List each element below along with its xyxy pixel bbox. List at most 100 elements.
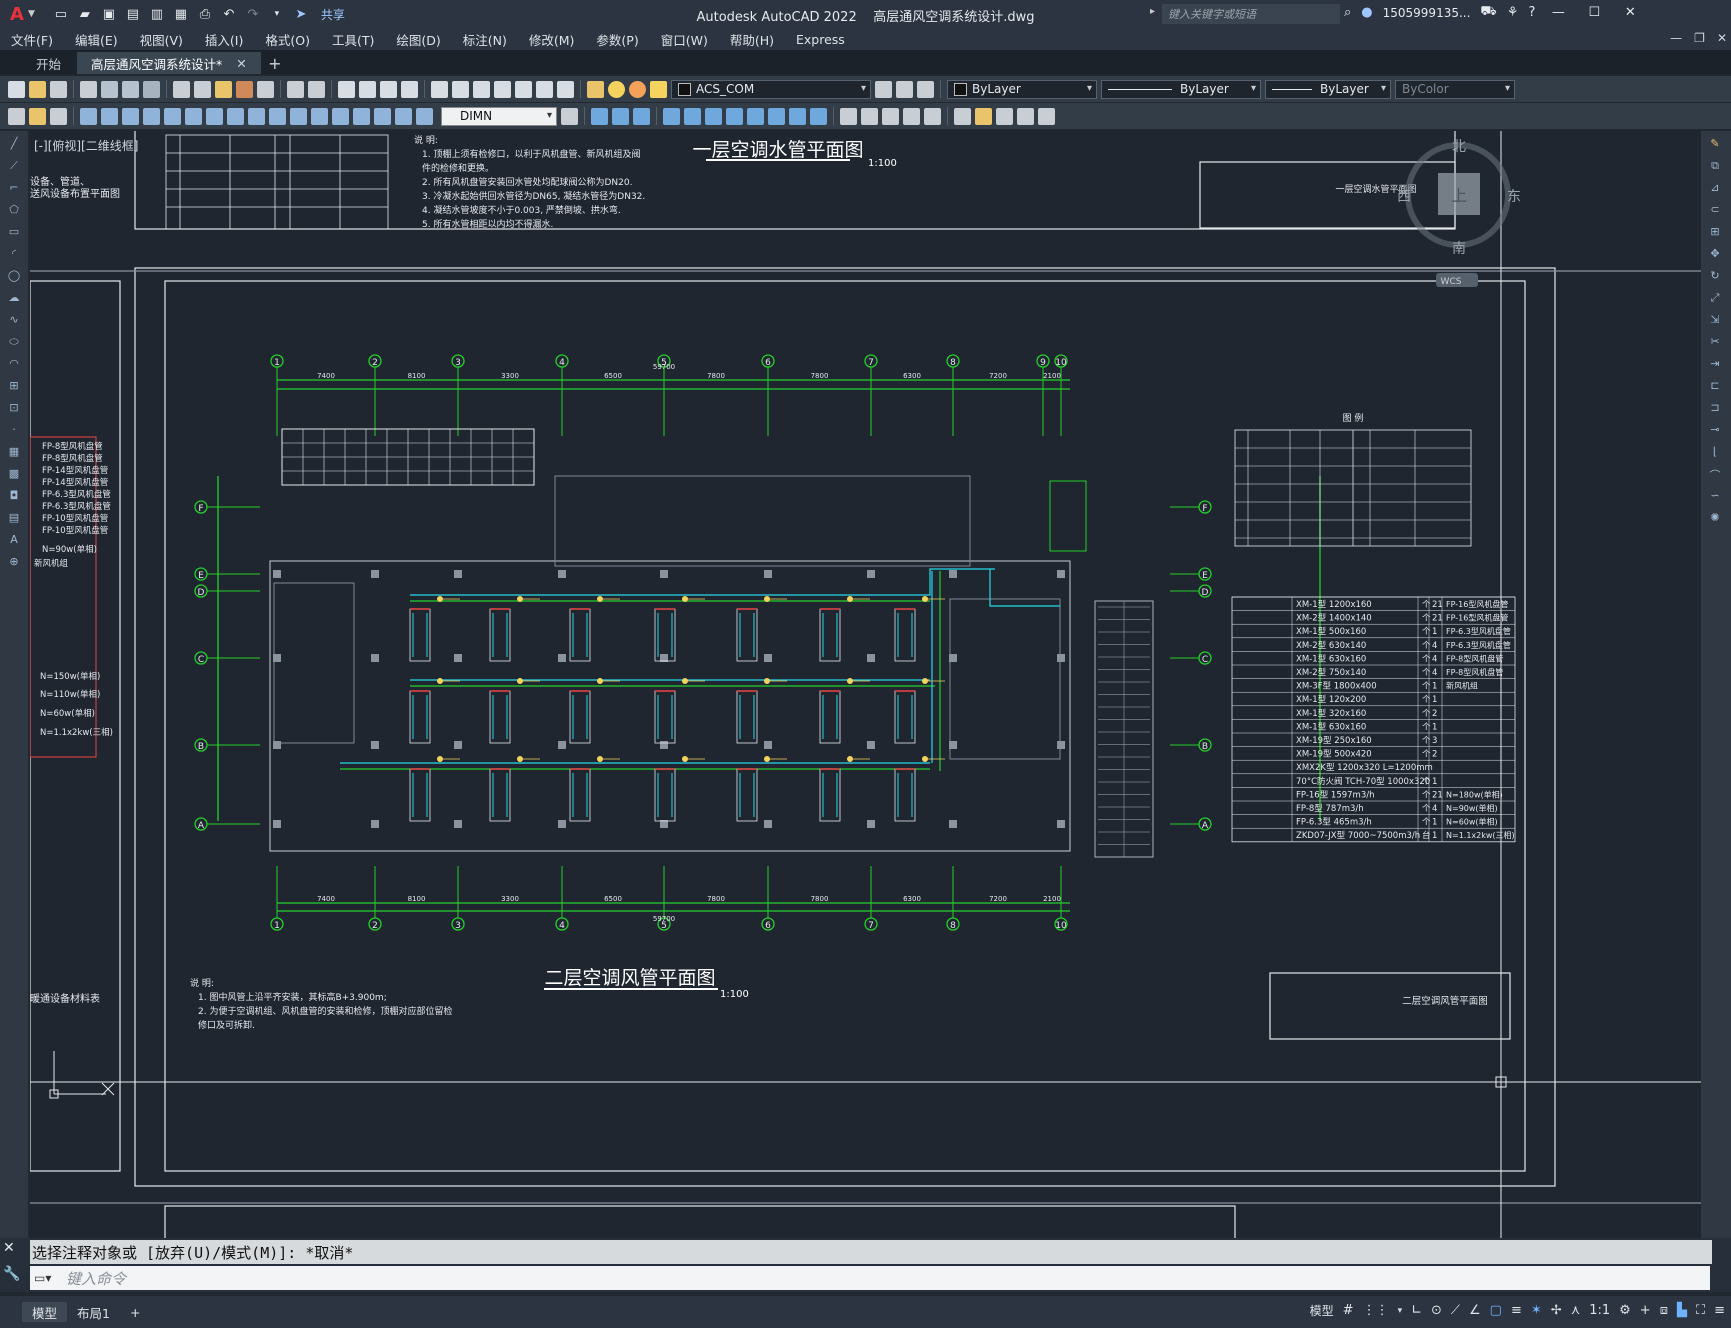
- search-input[interactable]: 键入关键字或短语: [1162, 4, 1340, 24]
- fillet-icon[interactable]: [903, 107, 920, 125]
- construction-line-icon[interactable]: ⟋: [6, 159, 22, 173]
- help-icon[interactable]: ?: [1528, 5, 1535, 20]
- dim-radius-icon[interactable]: [101, 107, 118, 125]
- pan-icon[interactable]: [338, 80, 355, 98]
- maximize-button[interactable]: ☐: [1581, 5, 1607, 20]
- viewcube[interactable]: 上 北 南 东 西 WCS: [1397, 139, 1521, 287]
- drawing-svg[interactable]: 说 明: 1. 顶棚上须有检修口，以利于风机盘管、新风机组及阀 件的检修和更换。…: [30, 131, 1701, 1248]
- viewcube-south[interactable]: 南: [1452, 241, 1466, 257]
- zoom-window-icon[interactable]: [380, 80, 397, 98]
- tab-layout1[interactable]: 布局1: [67, 1302, 120, 1322]
- share-icon[interactable]: ➤: [291, 5, 311, 23]
- explode-right-icon[interactable]: ✺: [1707, 511, 1723, 525]
- tab-start[interactable]: 开始: [22, 52, 75, 74]
- hatch-icon[interactable]: ▦: [6, 445, 22, 459]
- layer-previous-icon[interactable]: [896, 80, 913, 98]
- spline-icon[interactable]: ∿: [6, 313, 22, 327]
- viewcube-east[interactable]: 东: [1507, 189, 1521, 205]
- dim-baseline-icon[interactable]: [206, 107, 223, 125]
- close-command-icon[interactable]: ✕: [3, 1240, 15, 1256]
- offset-right-icon[interactable]: ⊂: [1707, 203, 1723, 217]
- clean-screen-icon[interactable]: ⛶: [1696, 1303, 1705, 1318]
- undo-icon[interactable]: ↶: [219, 5, 239, 23]
- preview-icon[interactable]: [101, 80, 118, 98]
- customize-command-icon[interactable]: 🔧: [3, 1266, 20, 1282]
- move-icon[interactable]: [705, 107, 722, 125]
- tolerance-icon[interactable]: [290, 107, 307, 125]
- properties-icon[interactable]: [431, 80, 448, 98]
- menu-modify[interactable]: 修改(M): [518, 30, 586, 49]
- rectangle-icon[interactable]: ▭: [6, 225, 22, 239]
- array-right-icon[interactable]: ⊞: [1707, 225, 1723, 239]
- menu-dimension[interactable]: 标注(N): [452, 30, 518, 49]
- copy-right-icon[interactable]: ⧉: [1707, 159, 1723, 173]
- rotate-icon[interactable]: [726, 107, 743, 125]
- arc-icon[interactable]: ◜: [6, 247, 22, 261]
- tab-drawing[interactable]: 高层通风空调系统设计* ✕: [77, 52, 261, 74]
- layer-unlock-icon[interactable]: [650, 80, 667, 98]
- center-mark-icon[interactable]: [311, 107, 328, 125]
- dim-diameter-icon[interactable]: [143, 107, 160, 125]
- polygon-icon[interactable]: ⬠: [6, 203, 22, 217]
- print-icon[interactable]: [80, 80, 97, 98]
- move-right-icon[interactable]: ✥: [1707, 247, 1723, 261]
- dim-update-icon[interactable]: [416, 107, 433, 125]
- add-layout-button[interactable]: +: [120, 1302, 150, 1322]
- table-icon[interactable]: ▤: [6, 511, 22, 525]
- customize-qat-chevron-icon[interactable]: ▾: [267, 5, 287, 23]
- transparency-icon[interactable]: ✶: [1531, 1303, 1542, 1318]
- insert-icon[interactable]: ⊞: [6, 379, 22, 393]
- cart-icon[interactable]: ⛟: [1480, 4, 1496, 21]
- user-account[interactable]: 1505999135...: [1383, 6, 1471, 20]
- zoom-previous-icon[interactable]: [401, 80, 418, 98]
- menu-parametric[interactable]: 参数(P): [585, 30, 649, 49]
- open-icon[interactable]: [29, 80, 46, 98]
- calculator-icon[interactable]: [536, 80, 553, 98]
- markup-icon[interactable]: [515, 80, 532, 98]
- annotation-visibility-icon[interactable]: ⋏: [1571, 1303, 1581, 1318]
- viewport-controls-label[interactable]: [-][俯视][二维线框]: [34, 137, 138, 154]
- annotation-scale[interactable]: 1:1: [1589, 1303, 1610, 1318]
- mirror-right-icon[interactable]: ⊿: [1707, 181, 1723, 195]
- fillet-right-icon[interactable]: ⌒: [1707, 467, 1723, 482]
- help-toolbar-icon[interactable]: [557, 80, 574, 98]
- menu-file[interactable]: 文件(F): [0, 30, 64, 49]
- inspection-icon[interactable]: [332, 107, 349, 125]
- dim-space-icon[interactable]: [248, 107, 265, 125]
- recent-commands-icon[interactable]: ▭▾: [34, 1271, 51, 1285]
- explode-icon[interactable]: [924, 107, 941, 125]
- dim-arc-icon[interactable]: [50, 107, 67, 125]
- new-tab-button[interactable]: +: [263, 52, 287, 74]
- redo-icon[interactable]: ↷: [243, 5, 263, 23]
- ortho-icon[interactable]: ∟: [1411, 1303, 1422, 1318]
- rotate-right-icon[interactable]: ↻: [1707, 269, 1723, 283]
- undo-toolbar-icon[interactable]: [287, 80, 304, 98]
- mtext-icon[interactable]: A: [6, 533, 22, 547]
- doc-minimize-button[interactable]: —: [1670, 31, 1682, 45]
- dim-break-icon[interactable]: [269, 107, 286, 125]
- save-web-icon[interactable]: ▦: [171, 5, 191, 23]
- stretch-right-icon[interactable]: ⇲: [1707, 313, 1723, 327]
- lineweight-toggle-icon[interactable]: ≡: [1511, 1303, 1522, 1318]
- break-right-icon[interactable]: ⊐: [1707, 401, 1723, 415]
- polyline-icon[interactable]: ⌐: [6, 181, 22, 195]
- layer-properties-icon[interactable]: [587, 80, 604, 98]
- doc-close-button[interactable]: ✕: [1717, 31, 1727, 45]
- layer-dropdown[interactable]: ACS_COM ▾: [671, 79, 871, 99]
- design-center-icon[interactable]: [452, 80, 469, 98]
- offset-icon[interactable]: [663, 107, 680, 125]
- color-dropdown[interactable]: ByLayer ▾: [947, 79, 1097, 99]
- hardware-acceleration-icon[interactable]: ▙: [1677, 1303, 1687, 1318]
- gradient-icon[interactable]: ▩: [6, 467, 22, 481]
- copy-icon[interactable]: [194, 80, 211, 98]
- menu-format[interactable]: 格式(O): [254, 30, 321, 49]
- osnap-icon[interactable]: ▢: [1490, 1303, 1502, 1318]
- scale-right-icon[interactable]: ⤢: [1707, 291, 1723, 305]
- sheet-set-icon[interactable]: [494, 80, 511, 98]
- chamfer-icon[interactable]: [882, 107, 899, 125]
- layer-thaw-icon[interactable]: [629, 80, 646, 98]
- scale-icon[interactable]: [747, 107, 764, 125]
- snap-icon[interactable]: ⋮⋮: [1363, 1303, 1389, 1318]
- isolate-objects-icon[interactable]: ⧈: [1660, 1303, 1668, 1318]
- selection-cycling-icon[interactable]: ✢: [1551, 1303, 1562, 1318]
